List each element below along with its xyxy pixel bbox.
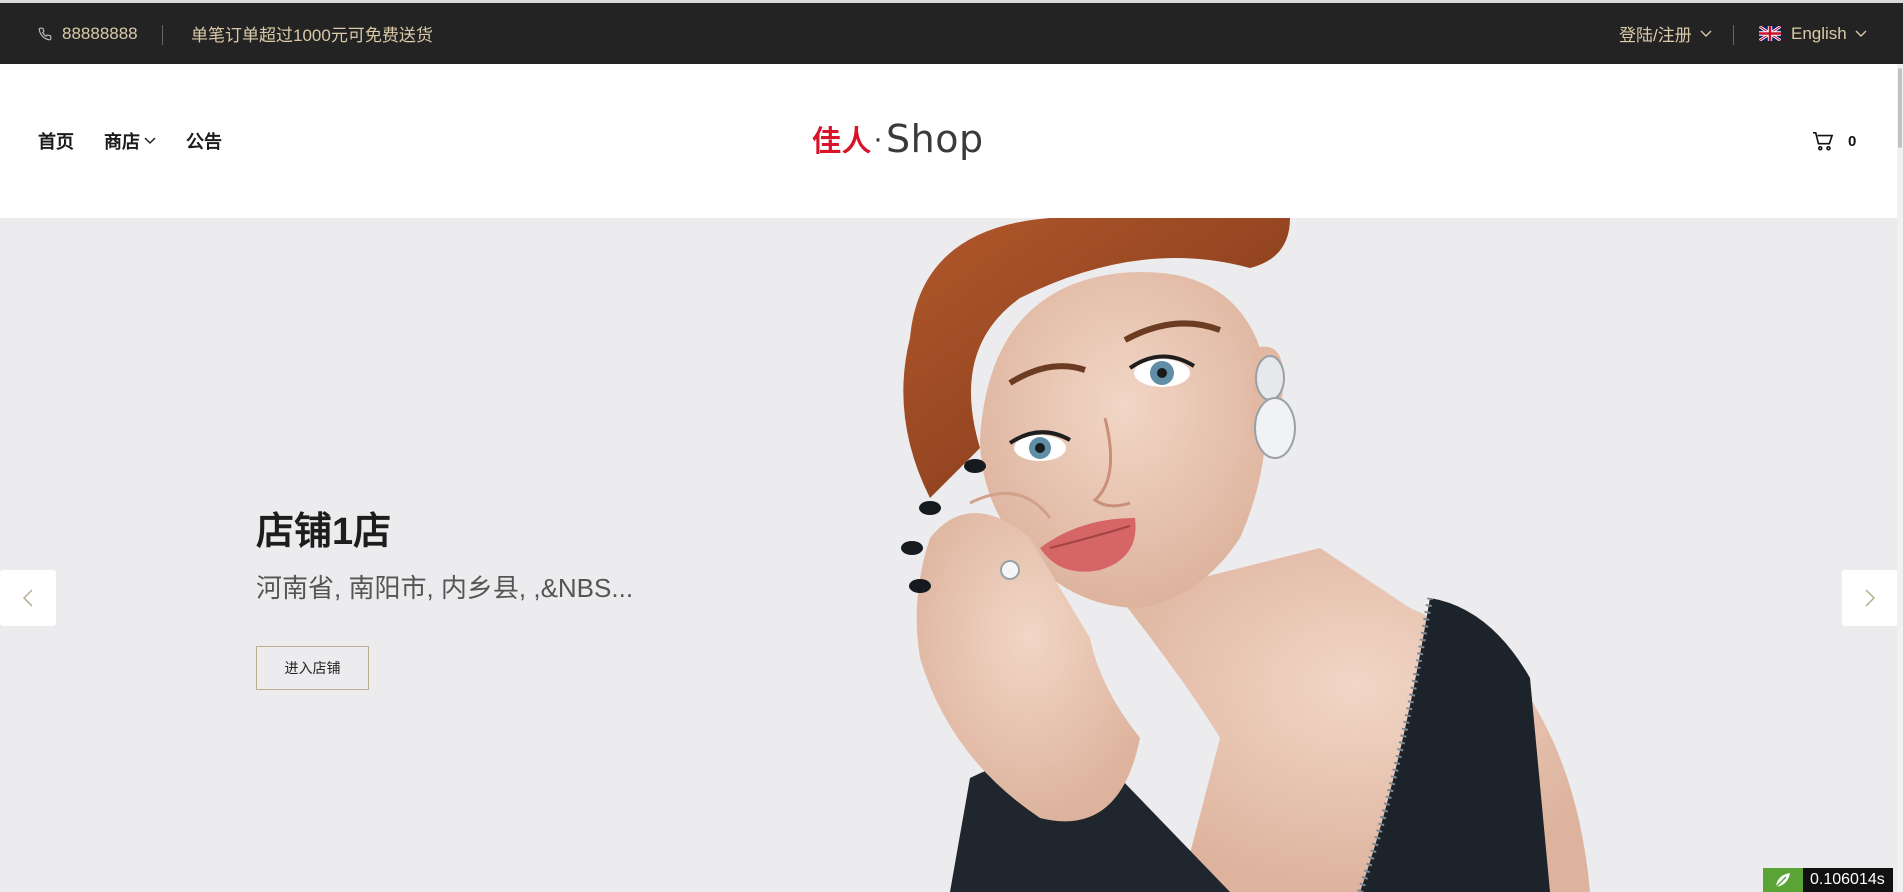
- chevron-down-icon: [1700, 30, 1712, 37]
- divider: [162, 25, 163, 45]
- nav-home[interactable]: 首页: [38, 64, 74, 218]
- divider: [1733, 25, 1734, 45]
- logo-en-text: Shop: [886, 117, 984, 161]
- language-dropdown[interactable]: English: [1759, 3, 1867, 64]
- login-register-label: 登陆/注册: [1619, 26, 1692, 45]
- slide-title: 店铺1店: [256, 511, 392, 553]
- cart-button[interactable]: 0: [1812, 64, 1856, 218]
- chevron-down-icon: [1855, 30, 1867, 37]
- leaf-icon: [1763, 868, 1803, 892]
- phone-contact[interactable]: 88888888: [38, 3, 138, 64]
- scrollbar-thumb[interactable]: [1898, 68, 1902, 148]
- site-header: 首页 商店 公告 佳人 · Shop 0: [0, 64, 1903, 218]
- slider-prev-button[interactable]: [0, 570, 56, 626]
- chevron-down-icon: [144, 137, 156, 145]
- logo-dot: ·: [873, 122, 884, 155]
- top-bar: 88888888 单笔订单超过1000元可免费送货 登陆/注册 English: [0, 0, 1903, 64]
- debug-timer: 0.106014s: [1763, 868, 1893, 892]
- login-register-dropdown[interactable]: 登陆/注册: [1619, 3, 1712, 64]
- phone-icon: [38, 27, 52, 40]
- debug-timing-value: 0.106014s: [1803, 868, 1893, 892]
- phone-number: 88888888: [62, 23, 138, 43]
- cart-icon: [1813, 132, 1834, 151]
- nav-shop[interactable]: 商店: [104, 64, 156, 218]
- enter-shop-button[interactable]: 进入店铺: [256, 646, 369, 690]
- slide-subtitle: 河南省, 南阳市, 内乡县, ,&NBS...: [256, 573, 634, 603]
- site-logo[interactable]: 佳人 · Shop: [812, 114, 984, 164]
- logo-cn-text: 佳人: [812, 124, 873, 158]
- uk-flag-icon: [1759, 26, 1781, 41]
- promo-text: 单笔订单超过1000元可免费送货: [191, 26, 433, 45]
- nav-shop-label: 商店: [104, 132, 140, 152]
- nav-notice[interactable]: 公告: [186, 64, 222, 218]
- slider-next-button[interactable]: [1842, 570, 1898, 626]
- arrow-right-icon: [1865, 589, 1875, 607]
- language-label: English: [1791, 23, 1847, 43]
- page-scrollbar[interactable]: [1897, 64, 1903, 892]
- arrow-left-icon: [23, 589, 33, 607]
- hero-model-image: [901, 218, 1590, 892]
- hero-slider: 店铺1店 河南省, 南阳市, 内乡县, ,&NBS... 进入店铺: [0, 218, 1903, 892]
- cart-count: 0: [1848, 132, 1857, 150]
